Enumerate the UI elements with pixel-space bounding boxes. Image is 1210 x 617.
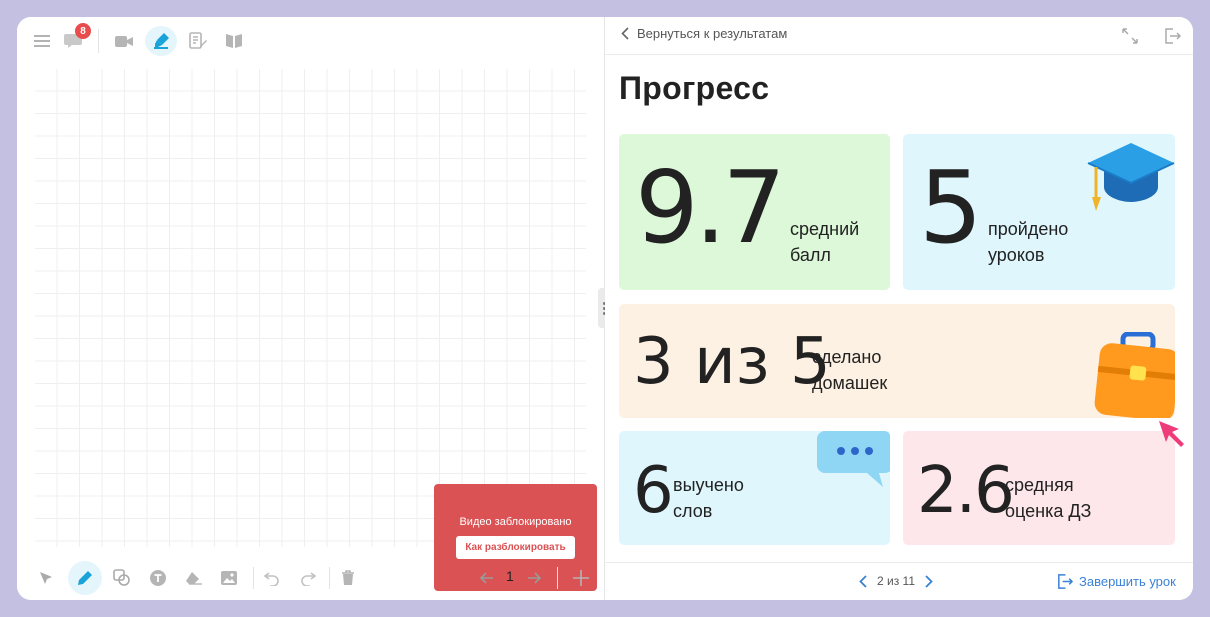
chat-icon[interactable]: 8 [58, 23, 91, 56]
finish-lesson-label: Завершить урок [1079, 574, 1176, 589]
drawing-board[interactable]: Видео заблокировано Как разблокировать [35, 69, 597, 591]
book-icon[interactable] [218, 26, 250, 56]
homework-value: 3 из 5 [633, 325, 831, 399]
image-tool-icon[interactable] [212, 561, 246, 595]
add-page-icon[interactable] [564, 561, 598, 595]
toolbar-divider [329, 567, 330, 589]
app-frame: 8 Видео заблокировано Как разблокировать [17, 17, 1193, 600]
results-panel: Вернуться к результатам Прогресс 9.7 сре… [605, 17, 1193, 600]
notification-badge: 8 [75, 23, 91, 39]
drawing-toolbar: 1 [17, 555, 604, 600]
page-title: Прогресс [619, 70, 770, 106]
lessons-card: 5 пройдено уроков [903, 134, 1175, 290]
cursor-arrow-icon [1159, 421, 1184, 447]
homework-label: сделано домашек [812, 347, 888, 393]
pencil-tool-icon[interactable] [68, 561, 102, 595]
avg-score-label: средний балл [790, 219, 860, 265]
pointer-tool-icon[interactable] [29, 561, 63, 595]
chevron-left-icon[interactable] [859, 574, 867, 588]
toolbar-divider [253, 567, 254, 589]
homework-grade-value: 2.6 [917, 454, 1015, 528]
trash-icon[interactable] [331, 561, 365, 595]
top-toolbar: 8 [17, 17, 604, 63]
expand-icon[interactable] [1120, 26, 1140, 46]
text-tool-icon[interactable] [141, 561, 175, 595]
shapes-tool-icon[interactable] [105, 561, 139, 595]
finish-lesson-button[interactable]: Завершить урок [1056, 573, 1176, 590]
next-page-arrow-icon[interactable] [517, 561, 551, 595]
speech-bubble-icon [817, 431, 890, 487]
homework-grade-card: 2.6 средняя оценка ДЗ [903, 431, 1175, 545]
chevron-right-icon[interactable] [925, 574, 933, 588]
toolbar-divider [557, 567, 558, 589]
briefcase-icon [1094, 332, 1175, 418]
back-label: Вернуться к результатам [637, 26, 788, 41]
exit-panel-icon[interactable] [1162, 26, 1182, 46]
homework-card: 3 из 5 сделано домашек [619, 304, 1175, 418]
results-header: Вернуться к результатам [605, 17, 1193, 55]
chevron-left-icon [621, 27, 629, 40]
back-to-results-link[interactable]: Вернуться к результатам [621, 26, 787, 41]
words-label: выучено слов [673, 475, 744, 521]
avg-score-value: 9.7 [635, 149, 786, 266]
redo-icon[interactable] [291, 561, 325, 595]
avg-score-card: 9.7 средний балл [619, 134, 890, 290]
words-value: 6 [633, 454, 674, 528]
homework-grade-label: средняя оценка ДЗ [1005, 475, 1092, 521]
results-pager: 2 из 11 [859, 574, 933, 588]
notes-icon[interactable] [182, 26, 214, 56]
results-footer: 2 из 11 Завершить урок [605, 562, 1193, 600]
pager-label: 2 из 11 [877, 574, 916, 588]
graduation-cap-icon [1087, 143, 1175, 211]
lessons-label: пройдено уроков [988, 219, 1069, 265]
undo-icon[interactable] [255, 561, 289, 595]
menu-icon[interactable] [26, 26, 58, 56]
exit-icon [1058, 574, 1073, 589]
video-camera-icon[interactable] [108, 26, 140, 56]
words-card: 6 выучено слов [619, 431, 890, 545]
toolbar-divider [98, 29, 99, 53]
brush-tool-icon[interactable] [145, 26, 177, 56]
prev-page-arrow-icon[interactable] [470, 561, 504, 595]
lessons-value: 5 [919, 149, 983, 266]
whiteboard-panel: 8 Видео заблокировано Как разблокировать [17, 17, 604, 600]
eraser-tool-icon[interactable] [177, 561, 211, 595]
board-page-number: 1 [506, 568, 514, 584]
video-blocked-text: Видео заблокировано [459, 516, 572, 528]
